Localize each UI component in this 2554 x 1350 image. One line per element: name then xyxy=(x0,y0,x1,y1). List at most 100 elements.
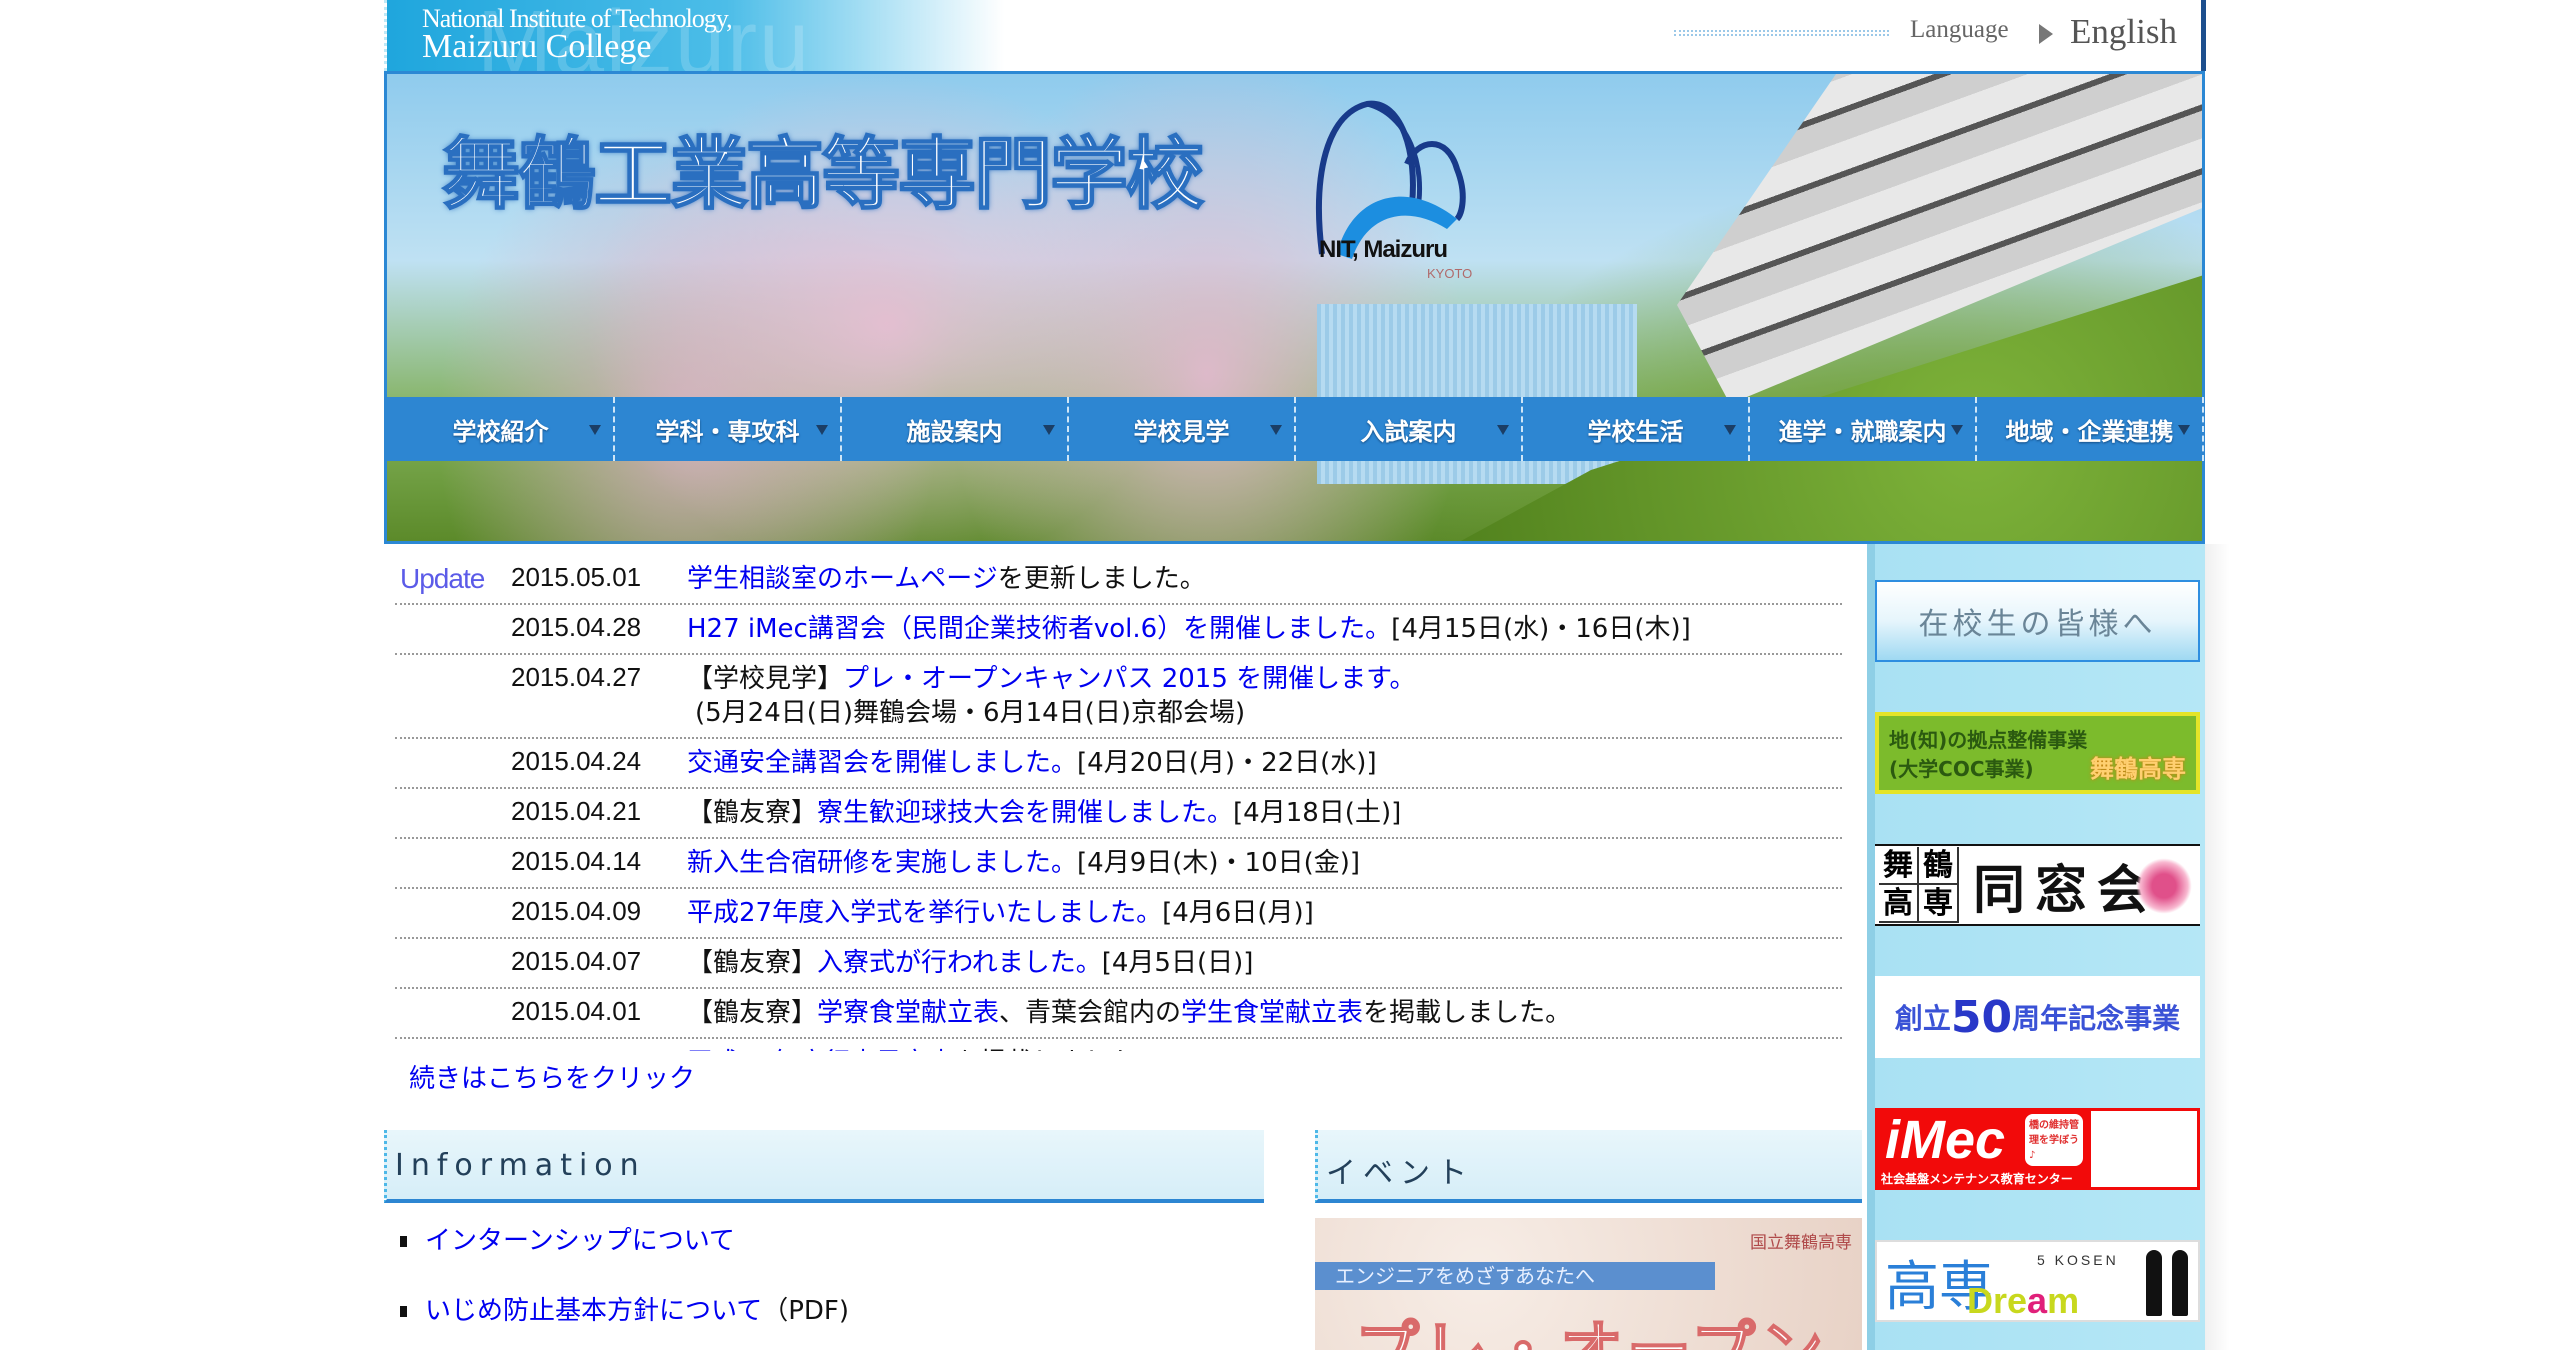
news-item: 2015.04.28 H27 iMec講習会（民間企業技術者vol.6）を開催しま… xyxy=(395,605,1842,655)
college-name: Maizuru College xyxy=(422,28,652,65)
news-link[interactable]: H27 iMec講習会（民間企業技術者vol.6）を開催しました。 xyxy=(687,614,1391,644)
news-date: 2015.05.01 xyxy=(511,562,642,592)
coc-line2: (大学COC事業) xyxy=(1889,757,2034,781)
person-silhouette-icon xyxy=(2172,1250,2188,1316)
more-news-link[interactable]: 続きはこちらをクリック xyxy=(409,1058,695,1095)
news-link[interactable]: 学生食堂献立表 xyxy=(1181,998,1363,1028)
alumni-char: 鶴 xyxy=(1919,847,1959,885)
nav-item[interactable]: 進学・就職案内 xyxy=(1750,397,1977,461)
nav-item[interactable]: 学科・専攻科 xyxy=(615,397,842,461)
divider xyxy=(1674,30,1889,36)
news-item: Update 2015.05.01 学生相談室のホームページを更新しました。 xyxy=(395,555,1842,605)
news-link[interactable]: 交通安全講習会を開催しました。 xyxy=(687,748,1077,778)
alumni-char: 高 xyxy=(1879,885,1919,923)
news-text: [4月6日(月)] xyxy=(1162,898,1314,928)
current-students-banner[interactable]: 在校生の皆様へ xyxy=(1875,580,2200,662)
news-item: 2015.04.14 新入生合宿研修を実施しました。[4月9日(木)・10日(金)… xyxy=(395,839,1842,889)
news-item: 2015.04.27 【学校見学】プレ・オープンキャンパス 2015 を開催します… xyxy=(395,655,1842,739)
news-link[interactable]: プレ・オープンキャンパス 2015 を開催します。 xyxy=(843,664,1416,694)
main-nav: 学校紹介 学科・専攻科 施設案内 学校見学 入試案内 学校生活 進学・就職案内 地域・企業連携 xyxy=(384,397,2205,461)
nav-item[interactable]: 学校見学 xyxy=(1069,397,1296,461)
event-tagline: エンジニアをめざすあなたへ xyxy=(1315,1262,1715,1290)
nav-item[interactable]: 地域・企業連携 xyxy=(1977,397,2204,461)
news-link[interactable]: 学寮食堂献立表 xyxy=(817,998,999,1028)
sidebar: 在校生の皆様へ 地(知)の拠点整備事業 (大学COC事業) 舞鶴高専 舞 鶴 高… xyxy=(1867,544,2205,1350)
nav-item[interactable]: 学校生活 xyxy=(1523,397,1750,461)
school-logo-icon xyxy=(1316,100,1466,259)
news-text: を更新しました。 xyxy=(997,564,1206,594)
news-body: 【学校見学】プレ・オープンキャンパス 2015 を開催します。 (5月24日(日)… xyxy=(687,662,1842,730)
news-body: 【鶴友寮】入寮式が行われました。[4月5日(日)] xyxy=(687,946,1842,980)
caret-down-icon xyxy=(589,425,601,435)
news-body: 【鶴友寮】寮生歓迎球技大会を開催しました。[4月18日(土)] xyxy=(687,796,1842,830)
imec-bubble: 橋の維持管理を学ぼう♪ xyxy=(2025,1114,2083,1166)
coc-badge: 舞鶴高専 xyxy=(2090,755,2186,783)
news-text: 、青葉会館内の xyxy=(999,998,1182,1028)
coc-project-banner[interactable]: 地(知)の拠点整備事業 (大学COC事業) 舞鶴高専 xyxy=(1875,712,2200,794)
news-link[interactable]: 平成27年度行事予定表 xyxy=(687,1048,954,1051)
event-heading: イベント xyxy=(1315,1130,1862,1203)
person-silhouette-icon xyxy=(2146,1250,2162,1316)
internship-link[interactable]: インターンシップについて xyxy=(425,1226,735,1256)
news-text: 【鶴友寮】 xyxy=(687,998,818,1028)
news-link[interactable]: 学生相談室のホームページ xyxy=(687,564,998,594)
nav-item[interactable]: 入試案内 xyxy=(1296,397,1523,461)
50th-anniversary-banner[interactable]: 創立 50 周年記念事業 xyxy=(1875,976,2200,1058)
news-date: 2015.04.09 xyxy=(511,896,642,926)
nav-item-label: 地域・企業連携 xyxy=(2005,417,2174,446)
news-body: 平成27年度行事予定表を掲載しました。 xyxy=(687,1046,1842,1051)
caret-down-icon xyxy=(1043,425,1055,435)
news-text: [4月15日(水)・16日(木)] xyxy=(1391,614,1691,644)
nav-item-label: 学校見学 xyxy=(1133,417,1230,446)
open-campus-event-banner[interactable]: 国立舞鶴高専 エンジニアをめざすあなたへ プレ・オープン xyxy=(1315,1218,1862,1350)
english-link[interactable]: English xyxy=(2070,12,2177,52)
news-body: 【鶴友寮】学寮食堂献立表、青葉会館内の学生食堂献立表を掲載しました。 xyxy=(687,996,1842,1030)
info-suffix: （PDF) xyxy=(762,1296,850,1326)
alumni-char: 舞 xyxy=(1879,847,1919,885)
nav-item-label: 学校紹介 xyxy=(452,417,549,446)
news-body: 平成27年度入学式を挙行いたしました。[4月6日(月)] xyxy=(687,896,1842,930)
school-title: 舞鶴工業高等専門学校 xyxy=(441,129,1205,221)
update-label: Update xyxy=(400,563,485,594)
news-list[interactable]: Update 2015.05.01 学生相談室のホームページを更新しました。 2015… xyxy=(390,555,1850,1051)
alumni-grid: 舞 鶴 高 専 xyxy=(1879,847,1959,923)
news-body: 交通安全講習会を開催しました。[4月20日(月)・22日(水)] xyxy=(687,746,1842,780)
logo-subtext: KYOTO xyxy=(1427,266,1473,281)
triangle-right-icon xyxy=(2039,24,2053,44)
news-date: 2015.04.27 xyxy=(511,662,642,692)
news-text: を掲載しました。 xyxy=(954,1048,1162,1051)
news-link[interactable]: 入寮式が行われました。 xyxy=(817,948,1102,978)
imec-banner[interactable]: iMec 橋の維持管理を学ぼう♪ 社会基盤メンテナンス教育センター xyxy=(1875,1108,2200,1190)
info-item: いじめ防止基本方針について（PDF) xyxy=(400,1290,849,1327)
nav-item[interactable]: 学校紹介 xyxy=(388,397,615,461)
news-item: 2015.04.09 平成27年度入学式を挙行いたしました。[4月6日(月)] xyxy=(395,889,1842,939)
news-text: [4月5日(日)] xyxy=(1101,948,1254,978)
kosen-five: 5 KOSEN xyxy=(2037,1252,2119,1268)
page-shadow xyxy=(2205,544,2230,1350)
news-text: [4月18日(土)] xyxy=(1233,798,1402,828)
news-item: 2015.04.01 平成27年度行事予定表を掲載しました。 xyxy=(395,1039,1842,1051)
language-label: Language xyxy=(1910,16,2009,43)
college-logo[interactable]: Maizuru National Institute of Technology… xyxy=(384,0,1004,93)
anti-bullying-policy-link[interactable]: いじめ防止基本方針について xyxy=(425,1296,762,1326)
event-headline: プレ・オープン xyxy=(1354,1300,1827,1350)
news-date: 2015.04.01 xyxy=(511,1046,641,1051)
news-link[interactable]: 寮生歓迎球技大会を開催しました。 xyxy=(817,798,1233,828)
nav-item-label: 施設案内 xyxy=(906,417,1003,446)
news-link[interactable]: 平成27年度入学式を挙行いたしました。 xyxy=(687,898,1162,928)
dream-part: Dre xyxy=(1967,1280,2028,1321)
news-date: 2015.04.28 xyxy=(511,612,642,642)
coc-line1: 地(知)の拠点整備事業 xyxy=(1889,728,2088,752)
kosen-dream-banner[interactable]: 高専 5 KOSEN Dream xyxy=(1875,1240,2200,1322)
dream-part: a xyxy=(2027,1280,2048,1321)
news-text: 【鶴友寮】 xyxy=(687,798,818,828)
news-date: 2015.04.07 xyxy=(511,946,642,976)
caret-down-icon xyxy=(1270,425,1282,435)
alumni-association-banner[interactable]: 舞 鶴 高 専 同窓会 xyxy=(1875,844,2200,926)
bullet-icon xyxy=(400,1236,407,1247)
news-date: 2015.04.01 xyxy=(511,996,642,1026)
news-item: 2015.04.07 【鶴友寮】入寮式が行われました。[4月5日(日)] xyxy=(395,939,1842,989)
nav-item[interactable]: 施設案内 xyxy=(842,397,1069,461)
news-link[interactable]: 新入生合宿研修を実施しました。 xyxy=(687,848,1077,878)
mascot-image xyxy=(2088,1108,2200,1190)
